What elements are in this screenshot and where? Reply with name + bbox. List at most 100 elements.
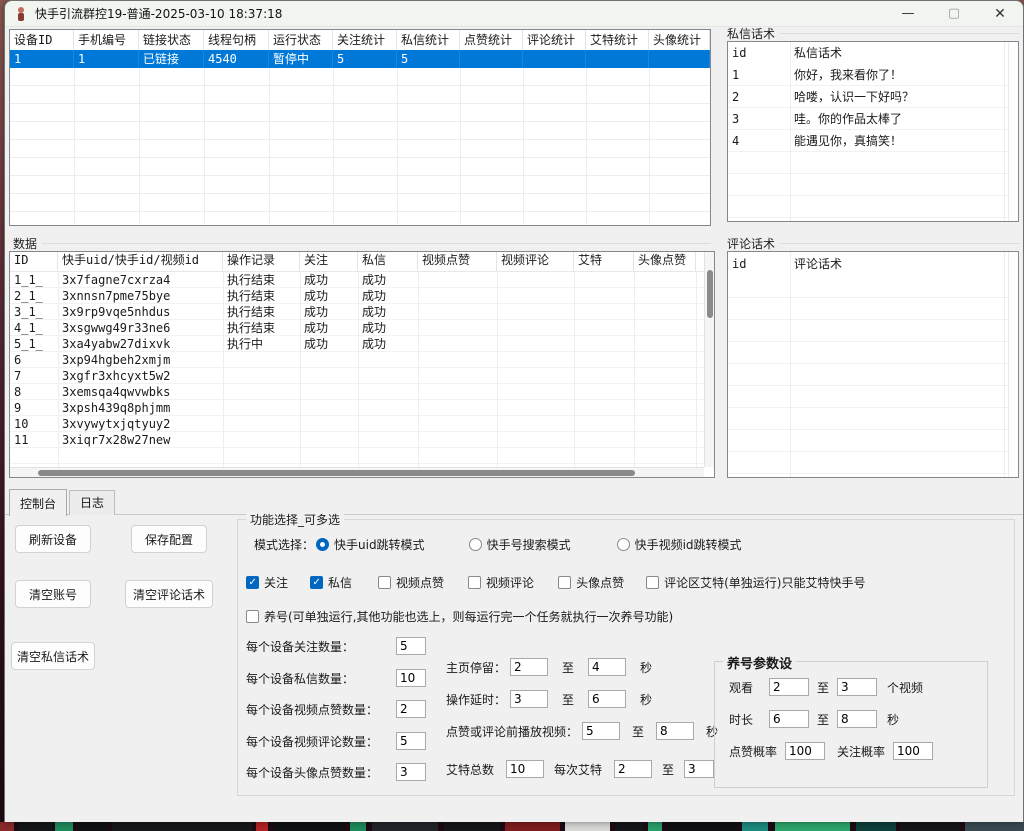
like-prob-input[interactable] xyxy=(785,742,825,760)
taskbar-fragment xyxy=(856,822,896,831)
timing-label: 操作延时： xyxy=(446,691,510,708)
mode-label: 模式选择： xyxy=(254,536,316,553)
table-row[interactable]: 113xiqr7x28w27new xyxy=(10,432,714,448)
cell: 6 xyxy=(10,352,58,368)
cell: 成功 xyxy=(358,336,418,352)
data-table: ID快手uid/快手id/视频id操作记录关注私信视频点赞视频评论艾特头像点赞 … xyxy=(9,251,715,478)
comment-panel-title: 评论话术 xyxy=(727,235,775,252)
save-config-button[interactable]: 保存配置 xyxy=(131,525,207,553)
cell: ID xyxy=(10,252,58,271)
checkbox-avatar-like[interactable]: 头像点赞 xyxy=(558,574,624,591)
cell: 3 xyxy=(728,112,790,126)
close-button[interactable]: ✕ xyxy=(977,1,1023,26)
table-row[interactable]: 4_1_3xsgwwg49r33ne6执行结束成功成功 xyxy=(10,320,714,336)
table-row[interactable]: 2哈喽，认识一下好吗？ xyxy=(728,86,1018,108)
video-comment-count-input[interactable] xyxy=(396,732,426,750)
op-delay-to-input[interactable] xyxy=(588,690,626,708)
checkbox-nurture[interactable]: 养号(可单独运行,其他功能也选上，则每运行完一个任务就执行一次养号功能) xyxy=(246,608,673,625)
at-each-from-input[interactable] xyxy=(614,760,652,778)
checkbox-video-comment[interactable]: 视频评论 xyxy=(468,574,534,591)
checkbox-icon xyxy=(378,576,391,589)
dm-count-input[interactable] xyxy=(396,669,426,687)
data-table-vertical-scrollbar[interactable] xyxy=(704,252,714,467)
table-row[interactable]: 63xp94hgbeh2xmjm xyxy=(10,352,714,368)
cell: 成功 xyxy=(358,288,418,304)
horizontal-scroll-thumb[interactable] xyxy=(38,470,635,476)
radio-account-search-mode[interactable]: 快手号搜索模式 xyxy=(469,536,571,553)
table-row[interactable]: 93xpsh439q8phjmm xyxy=(10,400,714,416)
taskbar-fragment xyxy=(900,822,960,831)
checkbox-follow[interactable]: 关注 xyxy=(246,574,288,591)
cell: 暂停中 xyxy=(269,50,333,68)
cell: 3xsgwwg49r33ne6 xyxy=(58,320,223,336)
table-row[interactable]: 2_1_3xnnsn7pme75bye执行结束成功成功 xyxy=(10,288,714,304)
cell: 快手uid/快手id/视频id xyxy=(58,252,223,271)
duration-to-input[interactable] xyxy=(837,710,877,728)
table-row[interactable]: 1你好，我来看你了！ xyxy=(728,64,1018,86)
taskbar-fragment xyxy=(505,822,560,831)
grid-line xyxy=(1004,252,1005,477)
radio-video-id-jump-mode[interactable]: 快手视频id跳转模式 xyxy=(617,536,742,553)
clear-dm-scripts-button[interactable]: 清空私信话术 xyxy=(11,642,95,670)
vertical-scroll-thumb[interactable] xyxy=(707,270,713,318)
function-select-group: 功能选择_可多选 模式选择： 快手uid跳转模式 快手号搜索模式 快手视频id跳… xyxy=(237,519,1015,796)
cell: 关注统计 xyxy=(333,30,397,50)
cell: 7 xyxy=(10,368,58,384)
clear-accounts-button[interactable]: 清空账号 xyxy=(15,580,91,608)
table-row[interactable]: 103xvywytxjqtyuy2 xyxy=(10,416,714,432)
play-before-to-input[interactable] xyxy=(656,722,694,740)
checkbox-icon xyxy=(246,610,259,623)
duration-from-input[interactable] xyxy=(769,710,809,728)
table-row[interactable]: 3_1_3x9rp9vqe5nhdus执行结束成功成功 xyxy=(10,304,714,320)
home-stay-from-input[interactable] xyxy=(510,658,548,676)
at-total-input[interactable] xyxy=(506,760,544,778)
checkbox-comment-at[interactable]: 评论区艾特(单独运行)只能艾特快手号 xyxy=(646,574,865,591)
cell: 执行结束 xyxy=(223,304,300,320)
dm-list-scrollbar[interactable] xyxy=(1008,42,1018,221)
cell: 成功 xyxy=(300,336,358,352)
table-row[interactable]: 73xgfr3xhcyxt5w2 xyxy=(10,368,714,384)
data-table-horizontal-scrollbar[interactable] xyxy=(10,467,704,477)
tab-console[interactable]: 控制台 xyxy=(9,489,67,516)
table-row[interactable]: 5_1_3xa4yabw27dixvk执行中成功成功 xyxy=(10,336,714,352)
tab-log[interactable]: 日志 xyxy=(69,490,115,515)
checkbox-video-like[interactable]: 视频点赞 xyxy=(378,574,444,591)
watch-to-input[interactable] xyxy=(837,678,877,696)
table-row[interactable]: 4能遇见你，真搞笑！ xyxy=(728,130,1018,152)
follow-count-input[interactable] xyxy=(396,637,426,655)
avatar-like-count-input[interactable] xyxy=(396,763,426,781)
cell: 3xiqr7x28w27new xyxy=(58,432,223,448)
at-each-to-input[interactable] xyxy=(684,760,714,778)
op-delay-from-input[interactable] xyxy=(510,690,548,708)
cell: 4 xyxy=(728,134,790,148)
count-label: 每个设备视频评论数量： xyxy=(246,733,396,750)
radio-icon xyxy=(617,538,630,551)
video-like-count-input[interactable] xyxy=(396,700,426,718)
checkbox-icon xyxy=(468,576,481,589)
comment-list-scrollbar[interactable] xyxy=(1008,252,1018,477)
watch-from-input[interactable] xyxy=(769,678,809,696)
maximize-button[interactable]: ▢ xyxy=(931,1,977,26)
table-row[interactable]: 1_1_3x7fagne7cxrza4执行结束成功成功 xyxy=(10,272,714,288)
follow-prob-input[interactable] xyxy=(893,742,933,760)
cell: 4540 xyxy=(204,50,269,68)
probability-row: 点赞概率 关注概率 xyxy=(729,742,933,760)
nurture-row: 养号(可单独运行,其他功能也选上，则每运行完一个任务就执行一次养号功能) xyxy=(246,608,673,625)
duration-unit: 秒 xyxy=(887,711,899,728)
refresh-devices-button[interactable]: 刷新设备 xyxy=(15,525,91,553)
play-before-from-input[interactable] xyxy=(582,722,620,740)
checkbox-label: 私信 xyxy=(328,574,352,591)
function-group-title: 功能选择_可多选 xyxy=(246,511,344,528)
clear-comment-scripts-button[interactable]: 清空评论话术 xyxy=(125,580,213,608)
table-row[interactable]: 83xemsqa4qwvwbks xyxy=(10,384,714,400)
checkbox-icon xyxy=(558,576,571,589)
window-title: 快手引流群控19-普通-2025-03-10 18:37:18 xyxy=(35,5,282,22)
minimize-button[interactable]: — xyxy=(885,1,931,26)
cell: 8 xyxy=(10,384,58,400)
table-row[interactable]: 3哇。你的作品太棒了 xyxy=(728,108,1018,130)
device-table-selected-row[interactable]: 11已链接4540暂停中55 xyxy=(10,50,710,68)
radio-uid-jump-mode[interactable]: 快手uid跳转模式 xyxy=(316,536,425,553)
cell: 3xnnsn7pme75bye xyxy=(58,288,223,304)
checkbox-dm[interactable]: 私信 xyxy=(310,574,352,591)
home-stay-to-input[interactable] xyxy=(588,658,626,676)
